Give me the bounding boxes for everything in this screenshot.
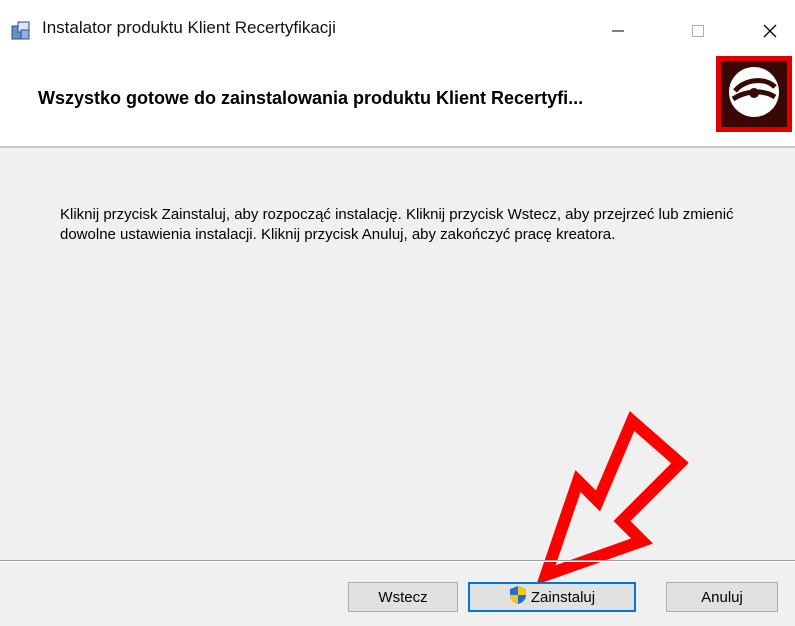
cancel-button[interactable]: Anuluj <box>666 582 778 612</box>
red-arrow-annotation <box>530 405 700 585</box>
product-logo <box>716 56 792 132</box>
minimize-icon[interactable] <box>600 16 636 46</box>
instructions-text: Kliknij przycisk Zainstaluj, aby rozpocz… <box>60 206 734 243</box>
page-title: Wszystko gotowe do zainstalowania produk… <box>38 88 584 108</box>
close-icon[interactable] <box>752 16 788 46</box>
installer-icon <box>10 20 32 42</box>
install-button[interactable]: Zainstaluj <box>468 582 636 612</box>
disc-icon <box>725 63 783 126</box>
window-title: Instalator produktu Klient Recertyfikacj… <box>42 18 336 37</box>
install-button-label: Zainstaluj <box>530 588 596 606</box>
uac-shield-icon <box>509 585 527 609</box>
title-bar: Instalator produktu Klient Recertyfikacj… <box>0 0 795 62</box>
footer-divider <box>0 560 795 562</box>
maximize-icon[interactable] <box>680 16 716 46</box>
back-button[interactable]: Wstecz <box>348 582 458 612</box>
